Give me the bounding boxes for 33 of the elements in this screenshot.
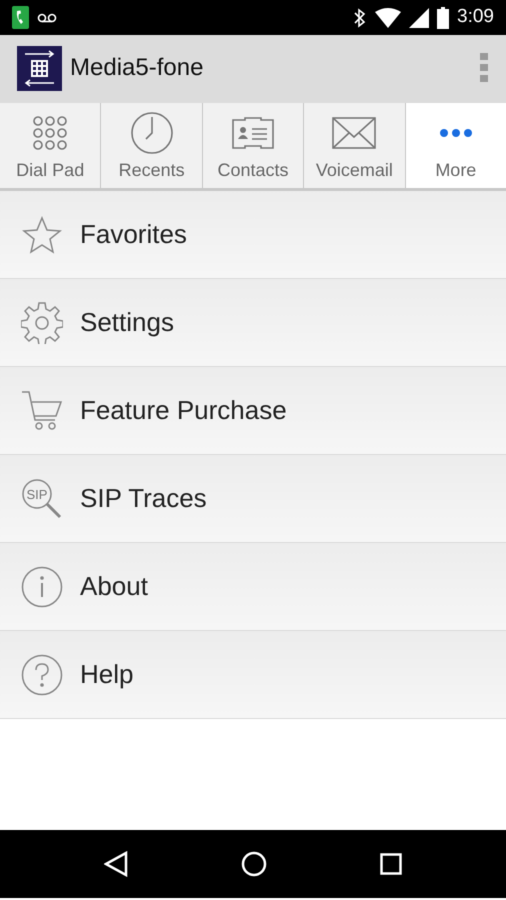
star-icon	[22, 216, 62, 254]
menu-item[interactable]: Feature Purchase	[0, 367, 506, 455]
settings-icon	[21, 302, 63, 344]
tab[interactable]: Dial Pad	[0, 103, 102, 188]
more-dots-icon	[438, 128, 473, 138]
tab[interactable]: Voicemail	[304, 103, 406, 188]
help-icon	[21, 654, 63, 696]
shopping-cart-icon	[21, 390, 63, 432]
home-button[interactable]	[240, 851, 267, 877]
wifi-icon	[375, 8, 402, 28]
voicemail-icon	[37, 12, 57, 22]
menu-item[interactable]: SIP SIP Traces	[0, 455, 506, 543]
tab[interactable]: More	[406, 103, 506, 188]
bluetooth-icon	[353, 8, 368, 28]
dialpad-icon	[32, 115, 68, 151]
menu-item[interactable]: About	[0, 543, 506, 631]
menu-item[interactable]: Settings	[0, 279, 506, 367]
tab[interactable]: Recents	[101, 103, 203, 188]
phone-app-icon	[12, 6, 29, 29]
app-logo-icon	[17, 46, 62, 90]
tab[interactable]: Contacts	[202, 103, 304, 188]
contact-card-icon	[231, 116, 276, 150]
clock-icon	[130, 111, 174, 155]
clock-time: 3:09	[457, 5, 494, 30]
menu-item[interactable]: Favorites	[0, 191, 506, 279]
recent-apps-button[interactable]	[380, 852, 402, 876]
signal-icon	[409, 8, 430, 28]
envelope-icon	[332, 117, 376, 149]
battery-icon	[437, 6, 450, 28]
back-button[interactable]	[104, 851, 128, 877]
app-title: Media5-fone	[70, 53, 204, 83]
info-icon	[21, 566, 63, 608]
menu-item[interactable]: Help	[0, 631, 506, 719]
